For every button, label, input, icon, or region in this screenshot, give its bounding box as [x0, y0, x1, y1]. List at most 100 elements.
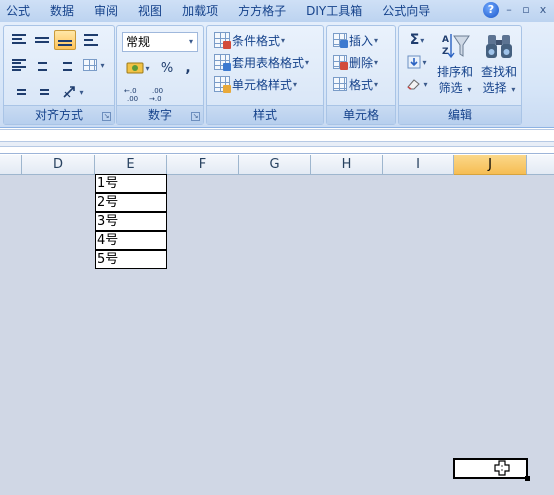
active-cell-selection[interactable] [453, 458, 528, 479]
tab-formulas[interactable]: 公式 [0, 0, 40, 22]
number-format-select[interactable]: 常规 ▾ [122, 32, 198, 52]
format-as-table-icon [214, 54, 231, 71]
tab-fangfang[interactable]: 方方格子 [228, 0, 296, 22]
increase-indent-button[interactable] [31, 82, 53, 102]
currency-icon [126, 62, 144, 74]
column-header-k[interactable] [527, 155, 554, 175]
find-select-label-1: 查找和 [480, 65, 517, 79]
cell-styles-button[interactable]: 单元格样式 ▾ [214, 74, 297, 94]
help-icon[interactable]: ? [483, 2, 499, 18]
alignment-dialog-launcher[interactable]: ↘ [102, 112, 111, 121]
insert-cells-icon [333, 33, 348, 48]
cell-e4[interactable]: 4号 [95, 231, 167, 250]
cross-cursor-icon [494, 460, 510, 476]
cell-e3[interactable]: 3号 [95, 212, 167, 231]
formula-bar[interactable] [0, 129, 554, 154]
svg-text:.00: .00 [127, 95, 138, 102]
column-header-h[interactable]: H [311, 155, 383, 175]
cell-e2[interactable]: 2号 [95, 193, 167, 212]
tab-view[interactable]: 视图 [128, 0, 172, 22]
gridline [22, 175, 23, 495]
close-button[interactable]: x [536, 2, 550, 18]
sort-filter-button[interactable]: A Z 排序和 筛选 ▾ [433, 32, 477, 98]
styles-group-label: 样式 [207, 105, 323, 124]
insert-label: 插入 [349, 33, 374, 48]
format-as-table-button[interactable]: 套用表格格式 ▾ [214, 52, 309, 72]
chevron-down-icon: ▾ [467, 85, 472, 94]
number-dialog-launcher[interactable]: ↘ [191, 112, 200, 121]
format-button[interactable]: 格式 ▾ [333, 74, 378, 94]
chevron-down-icon: ▾ [305, 57, 310, 67]
alignment-group-label: 对齐方式 [4, 105, 114, 124]
column-header-g[interactable]: G [239, 155, 311, 175]
fill-button[interactable]: ▾ [402, 52, 432, 72]
cell-e5[interactable]: 5号 [95, 250, 167, 269]
decrease-decimal-button[interactable]: .00 →.0 [147, 84, 169, 104]
eraser-icon [407, 79, 421, 90]
tab-review[interactable]: 审阅 [84, 0, 128, 22]
cell-e1[interactable]: 1号 [95, 174, 167, 193]
align-center-icon [35, 59, 49, 71]
cell-styles-label: 单元格样式 [232, 77, 293, 92]
window-controls: ? – ▫ x [483, 2, 550, 18]
column-header-j[interactable]: J [454, 155, 527, 175]
ribbon-tab-bar: 公式 数据 审阅 视图 加载项 方方格子 DIY工具箱 公式向导 ? – ▫ x [0, 0, 554, 22]
chevron-down-icon: ▾ [281, 35, 286, 45]
orientation-button[interactable]: ▾ [58, 82, 88, 102]
align-right-icon [58, 59, 72, 71]
tab-data[interactable]: 数据 [40, 0, 84, 22]
align-center-button[interactable] [31, 55, 53, 75]
tab-diy-toolbox[interactable]: DIY工具箱 [296, 0, 372, 22]
styles-group: 条件格式 ▾ 套用表格格式 ▾ 单元格样式 ▾ 样式 [206, 25, 324, 125]
corner-header[interactable] [0, 155, 22, 175]
restore-button[interactable]: ▫ [519, 2, 533, 18]
align-middle-button[interactable] [31, 30, 53, 50]
align-left-button[interactable] [8, 55, 30, 75]
gridline [167, 175, 168, 495]
clear-button[interactable]: ▾ [402, 74, 432, 94]
format-cells-icon [333, 77, 347, 91]
tab-formula-wizard[interactable]: 公式向导 [372, 0, 440, 22]
find-select-label-2: 选择 ▾ [482, 81, 516, 95]
chevron-down-icon: ▾ [293, 79, 298, 89]
align-top-button[interactable] [8, 30, 30, 50]
autosum-button[interactable]: Σ ▾ [402, 30, 432, 50]
decrease-indent-button[interactable] [8, 82, 30, 102]
tab-addins[interactable]: 加载项 [172, 0, 228, 22]
delete-button[interactable]: 删除 ▾ [333, 52, 378, 72]
alignment-group: ▾ ▾ 对齐方式 ↘ [3, 25, 115, 125]
merge-center-button[interactable]: ▾ [80, 55, 108, 75]
chevron-down-icon: ▾ [511, 85, 516, 94]
format-as-table-label: 套用表格格式 [232, 55, 305, 70]
chevron-down-icon: ▾ [422, 57, 427, 67]
align-bottom-icon [58, 34, 72, 46]
sort-filter-label-1: 排序和 [436, 65, 473, 79]
column-header-i[interactable]: I [383, 155, 454, 175]
minimize-button[interactable]: – [502, 2, 516, 18]
find-select-button[interactable]: 查找和 选择 ▾ [477, 32, 521, 98]
percent-style-button[interactable]: % [157, 58, 177, 78]
column-header-d[interactable]: D [22, 155, 95, 175]
cell-styles-icon [214, 76, 231, 93]
conditional-format-button[interactable]: 条件格式 ▾ [214, 30, 285, 50]
align-right-button[interactable] [54, 55, 76, 75]
increase-decimal-button[interactable]: ←.0.00 [122, 84, 144, 104]
align-bottom-button[interactable] [54, 30, 76, 50]
worksheet-grid[interactable] [0, 175, 554, 495]
ribbon: ▾ ▾ 对齐方式 ↘ 常规 ▾ ▾ % , ←.0.00 .00 →.0 数字 … [0, 22, 554, 128]
comma-style-button[interactable]: , [179, 58, 197, 78]
chevron-down-icon: ▾ [423, 79, 428, 89]
insert-button[interactable]: 插入 ▾ [333, 30, 378, 50]
fill-handle[interactable] [525, 476, 530, 481]
binoculars-icon [486, 35, 512, 58]
decrease-decimal-icon: .00→.0 [149, 87, 163, 102]
align-middle-icon [35, 34, 49, 46]
column-header-e[interactable]: E [95, 155, 167, 175]
gridline [311, 175, 312, 495]
editing-group: Σ ▾ ▾ ▾ A Z 排序和 筛选 ▾ 查找和 选择 ▾ 编辑 [398, 25, 522, 125]
column-header-f[interactable]: F [167, 155, 239, 175]
decrease-indent-icon [12, 86, 26, 98]
wrap-text-button[interactable] [80, 30, 102, 50]
accounting-format-button[interactable]: ▾ [122, 58, 154, 78]
svg-text:→.0: →.0 [149, 95, 162, 102]
